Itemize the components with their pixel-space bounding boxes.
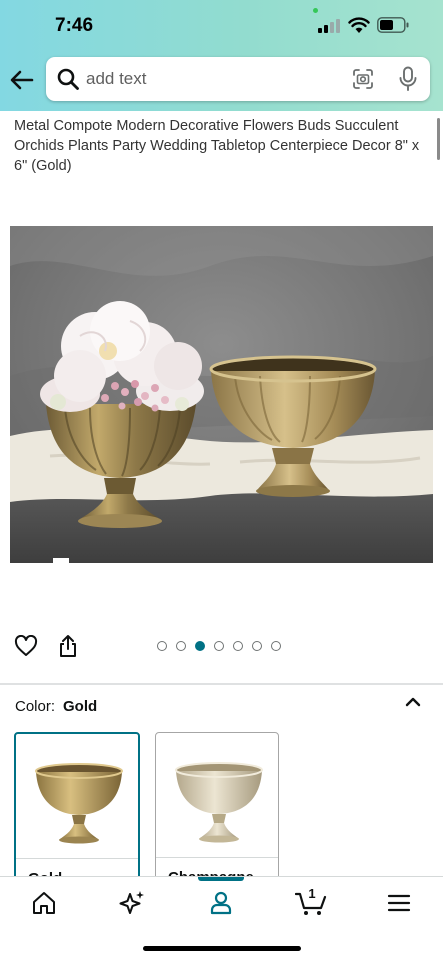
cellular-signal-icon	[318, 19, 342, 33]
app-header: 7:46	[0, 0, 443, 111]
gold-compote-thumbnail	[35, 763, 123, 844]
scroll-indicator	[437, 118, 440, 160]
share-icon[interactable]	[58, 634, 78, 658]
camera-scan-icon[interactable]	[352, 68, 374, 90]
product-title: Metal Compote Modern Decorative Flowers …	[14, 118, 420, 174]
cart-count: 1	[308, 886, 316, 901]
battery-icon	[377, 17, 409, 33]
champagne-compote-thumbnail	[175, 762, 263, 843]
active-tab-indicator	[198, 877, 244, 881]
sparkle-icon[interactable]	[118, 889, 146, 917]
menu-icon[interactable]	[385, 889, 413, 917]
pager-dot[interactable]	[252, 641, 262, 651]
status-time: 7:46	[55, 15, 94, 36]
home-icon[interactable]	[30, 889, 58, 917]
account-icon[interactable]	[207, 889, 235, 917]
search-bar[interactable]	[46, 57, 430, 101]
pager-dot[interactable]	[233, 641, 243, 651]
color-option-gold[interactable]: Gold	[14, 732, 140, 882]
cart-button[interactable]: 1	[294, 886, 329, 917]
pager-dot[interactable]	[157, 641, 167, 651]
search-input[interactable]	[86, 59, 336, 99]
pager-dot[interactable]	[271, 641, 281, 651]
color-option-champagne[interactable]: Champagne	[155, 732, 279, 882]
wifi-icon	[348, 17, 370, 33]
product-image[interactable]	[10, 226, 433, 563]
back-arrow-icon[interactable]	[8, 66, 36, 94]
color-label: Color:	[15, 698, 56, 715]
swatch-separator	[156, 857, 278, 858]
heart-icon[interactable]	[14, 635, 38, 657]
swatch-separator	[16, 858, 138, 859]
pager-dot[interactable]	[214, 641, 224, 651]
microphone-icon[interactable]	[398, 66, 418, 92]
search-icon	[57, 68, 79, 90]
home-indicator	[143, 946, 301, 951]
pager-dot[interactable]	[176, 641, 186, 651]
section-divider	[0, 683, 443, 685]
pager-dot[interactable]	[195, 641, 205, 651]
color-selector-header: Color: Gold	[15, 698, 97, 715]
chevron-up-icon[interactable]	[405, 695, 421, 709]
privacy-indicator-dot	[313, 8, 318, 13]
image-pager-dots[interactable]	[157, 641, 281, 651]
selected-color: Gold	[63, 698, 98, 715]
